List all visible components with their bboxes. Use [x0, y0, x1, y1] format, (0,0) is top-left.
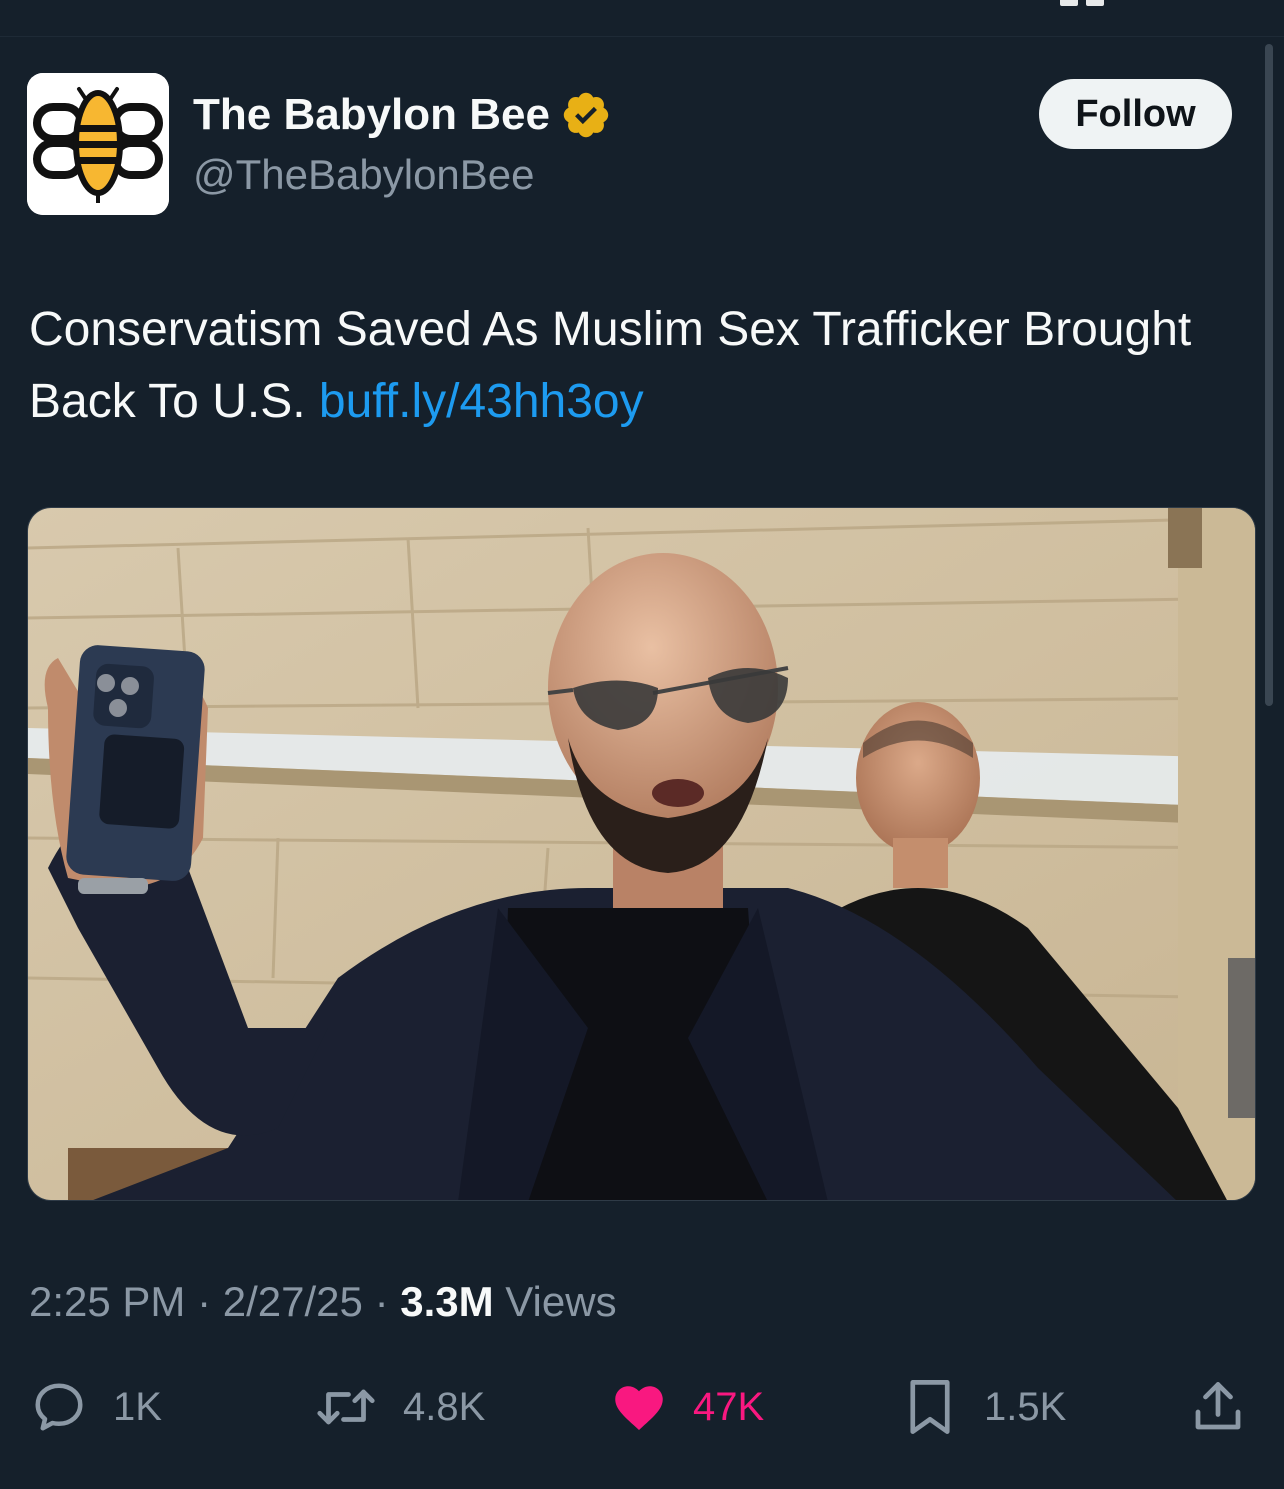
views-label: Views [505, 1278, 617, 1325]
like-button[interactable]: 47K [609, 1372, 764, 1442]
tweet-time[interactable]: 2:25 PM [29, 1278, 185, 1325]
top-header-strip [0, 0, 1284, 37]
reply-icon [35, 1383, 83, 1431]
tweet-link[interactable]: buff.ly/43hh3oy [319, 375, 644, 428]
author-handle[interactable]: @TheBabylonBee [193, 150, 535, 200]
avatar[interactable] [27, 73, 169, 215]
verified-badge-icon [563, 92, 609, 138]
meta-separator: · [374, 1278, 389, 1325]
meta-separator: · [197, 1278, 212, 1325]
bookmark-icon [910, 1380, 950, 1434]
heart-icon [615, 1386, 663, 1430]
reply-button[interactable]: 1K [29, 1372, 162, 1442]
retweet-icon [317, 1389, 375, 1425]
bookmark-count: 1.5K [984, 1384, 1067, 1429]
author-name-text: The Babylon Bee [193, 90, 550, 139]
author-display-name[interactable]: The Babylon Bee [193, 88, 612, 142]
tweet-actions-bar: 1K 4.8K 47K 1.5K [0, 1372, 1284, 1442]
reply-count: 1K [113, 1384, 162, 1429]
like-count: 47K [693, 1384, 765, 1429]
scrollbar[interactable] [1265, 44, 1273, 706]
tweet-date[interactable]: 2/27/25 [223, 1278, 363, 1325]
bookmark-button[interactable]: 1.5K [900, 1372, 1066, 1442]
tweet-media-photo[interactable] [27, 507, 1256, 1201]
tweet-metadata: 2:25 PM · 2/27/25 · 3.3M Views [29, 1276, 617, 1328]
retweet-count: 4.8K [403, 1384, 486, 1429]
tweet-text: Conservatism Saved As Muslim Sex Traffic… [29, 294, 1249, 438]
views-count: 3.3M [400, 1278, 494, 1325]
babylon-bee-logo [27, 73, 169, 215]
header-partial-logo [1060, 0, 1130, 6]
retweet-button[interactable]: 4.8K [313, 1372, 485, 1442]
photo-illustration [28, 508, 1255, 1200]
follow-button[interactable]: Follow [1039, 79, 1232, 149]
share-icon [1195, 1382, 1241, 1430]
share-button[interactable] [1188, 1372, 1248, 1442]
